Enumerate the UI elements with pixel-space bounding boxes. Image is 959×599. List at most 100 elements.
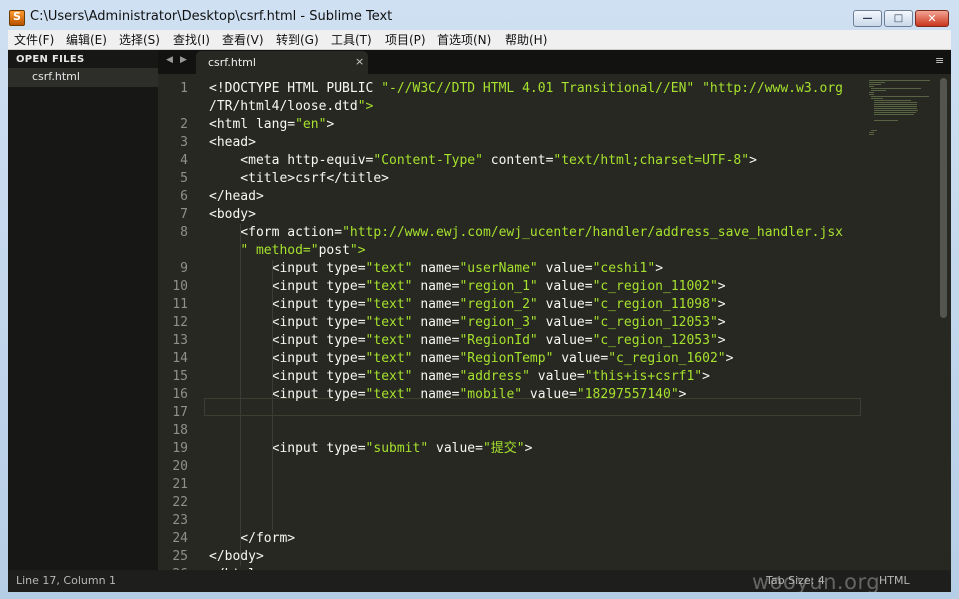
- code-line[interactable]: </head>: [209, 188, 264, 206]
- code-line[interactable]: <input type="text" name="address" value=…: [209, 368, 710, 386]
- minimap-line: [869, 134, 875, 135]
- minimap-line: [871, 90, 886, 91]
- line-number: 22: [172, 495, 188, 510]
- line-number: 17: [172, 405, 188, 420]
- close-button[interactable]: ✕: [915, 10, 949, 27]
- vertical-scrollbar[interactable]: [940, 78, 947, 318]
- line-number: 24: [172, 531, 188, 546]
- tab-prev-icon[interactable]: ◀: [166, 55, 173, 65]
- menu-goto[interactable]: 转到(G): [276, 31, 319, 48]
- code-line[interactable]: /TR/html4/loose.dtd">: [209, 98, 373, 116]
- code-line[interactable]: <input type="text" name="userName" value…: [209, 260, 663, 278]
- line-number: 16: [172, 387, 188, 402]
- line-number: 21: [172, 477, 188, 492]
- code-line[interactable]: " method="post">: [209, 242, 365, 260]
- menu-view[interactable]: 查看(V): [222, 31, 264, 48]
- tab-bar: ◀ ▶ csrf.html × ≡: [158, 50, 951, 74]
- line-number: 6: [180, 189, 188, 204]
- minimize-button[interactable]: —: [853, 10, 882, 27]
- line-number: 23: [172, 513, 188, 528]
- tab-next-icon[interactable]: ▶: [180, 55, 187, 65]
- line-number: 10: [172, 279, 188, 294]
- minimap-line: [873, 108, 918, 109]
- minimap-line: [869, 92, 875, 93]
- code-line[interactable]: </form>: [209, 530, 295, 548]
- minimap-line: [869, 132, 875, 133]
- line-number: 20: [172, 459, 188, 474]
- tab-csrf-html[interactable]: csrf.html ×: [196, 51, 368, 74]
- code-line[interactable]: <input type="text" name="RegionId" value…: [209, 332, 726, 350]
- line-number: 4: [180, 153, 188, 168]
- code-line[interactable]: <body>: [209, 206, 256, 224]
- minimap-line: [869, 86, 874, 87]
- line-number: 9: [180, 261, 188, 276]
- menu-preferences[interactable]: 首选项(N): [437, 31, 491, 48]
- sidebar-item-csrf-html[interactable]: csrf.html: [8, 68, 158, 87]
- maximize-button[interactable]: □: [884, 10, 913, 27]
- line-number: 25: [172, 549, 188, 564]
- line-number: 13: [172, 333, 188, 348]
- code-line[interactable]: <input type="text" name="RegionTemp" val…: [209, 350, 734, 368]
- code-line[interactable]: <html lang="en">: [209, 116, 334, 134]
- code-line[interactable]: <head>: [209, 134, 256, 152]
- minimap[interactable]: [861, 74, 938, 570]
- minimap-line: [873, 114, 914, 115]
- line-number: 5: [180, 171, 188, 186]
- cursor-position: Line 17, Column 1: [16, 574, 117, 587]
- line-number: 2: [180, 117, 188, 132]
- line-number: 14: [172, 351, 188, 366]
- menu-bar: 文件(F) 编辑(E) 选择(S) 查找(I) 查看(V) 转到(G) 工具(T…: [8, 30, 951, 50]
- menu-file[interactable]: 文件(F): [14, 31, 54, 48]
- code-line[interactable]: <meta http-equiv="Content-Type" content=…: [209, 152, 757, 170]
- line-number: 3: [180, 135, 188, 150]
- close-icon: ✕: [927, 12, 937, 25]
- code-view[interactable]: <!DOCTYPE HTML PUBLIC "-//W3C//DTD HTML …: [209, 74, 861, 582]
- code-line[interactable]: <input type="text" name="mobile" value="…: [209, 386, 687, 404]
- menu-selection[interactable]: 选择(S): [119, 31, 160, 48]
- menu-tools[interactable]: 工具(T): [331, 31, 372, 48]
- line-number: 15: [172, 369, 188, 384]
- code-line[interactable]: <input type="text" name="region_1" value…: [209, 278, 726, 296]
- minimap-line: [869, 84, 881, 85]
- code-line[interactable]: </body>: [209, 548, 264, 566]
- code-line[interactable]: <input type="text" name="region_2" value…: [209, 296, 726, 314]
- minimap-line: [873, 104, 918, 105]
- editor-area: OPEN FILES csrf.html ◀ ▶ csrf.html × ≡ 1…: [8, 50, 951, 592]
- status-bar: Line 17, Column 1 wooyun.org Tab Size: 4…: [8, 570, 951, 592]
- menu-help[interactable]: 帮助(H): [505, 31, 547, 48]
- line-number: 1: [180, 81, 188, 96]
- title-bar[interactable]: C:\Users\Administrator\Desktop\csrf.html…: [0, 0, 959, 30]
- minimap-line: [871, 96, 930, 97]
- window-title: C:\Users\Administrator\Desktop\csrf.html…: [30, 9, 393, 24]
- code-line[interactable]: <!DOCTYPE HTML PUBLIC "-//W3C//DTD HTML …: [209, 80, 843, 98]
- tab-close-icon[interactable]: ×: [355, 55, 364, 68]
- menu-find[interactable]: 查找(I): [173, 31, 210, 48]
- tab-menu-icon[interactable]: ≡: [935, 54, 944, 67]
- code-line[interactable]: <form action="http://www.ewj.com/ewj_uce…: [209, 224, 843, 242]
- line-number: 19: [172, 441, 188, 456]
- syntax-setting[interactable]: HTML: [879, 574, 910, 587]
- minimap-line: [873, 106, 918, 107]
- maximize-icon: □: [893, 13, 904, 24]
- minimap-line: [873, 100, 912, 101]
- menu-project[interactable]: 项目(P): [385, 31, 426, 48]
- minimap-line: [873, 120, 898, 121]
- indent-guide: [272, 260, 273, 530]
- minimap-line: [873, 112, 916, 113]
- code-line[interactable]: <input type="submit" value="提交">: [209, 440, 533, 458]
- code-line[interactable]: <title>csrf</title>: [209, 170, 389, 188]
- minimap-line: [873, 110, 919, 111]
- sidebar: OPEN FILES csrf.html: [8, 50, 158, 570]
- minimap-line: [873, 102, 918, 103]
- minimap-line: [869, 80, 930, 81]
- line-number-gutter: 1 2 3 4 5 6 7 8 9 10 11 12 13 14 15 16 17 18 19 20 21 22 23 24 2…: [158, 74, 204, 582]
- minimap-line: [871, 88, 921, 89]
- tab-size-setting[interactable]: Tab Size: 4: [766, 574, 825, 587]
- minimap-line: [871, 130, 877, 131]
- open-files-header: OPEN FILES: [16, 54, 85, 65]
- code-line[interactable]: <input type="text" name="region_3" value…: [209, 314, 726, 332]
- minimap-line: [869, 94, 874, 95]
- menu-edit[interactable]: 编辑(E): [66, 31, 107, 48]
- line-number: 7: [180, 207, 188, 222]
- sidebar-item-label: csrf.html: [32, 70, 80, 83]
